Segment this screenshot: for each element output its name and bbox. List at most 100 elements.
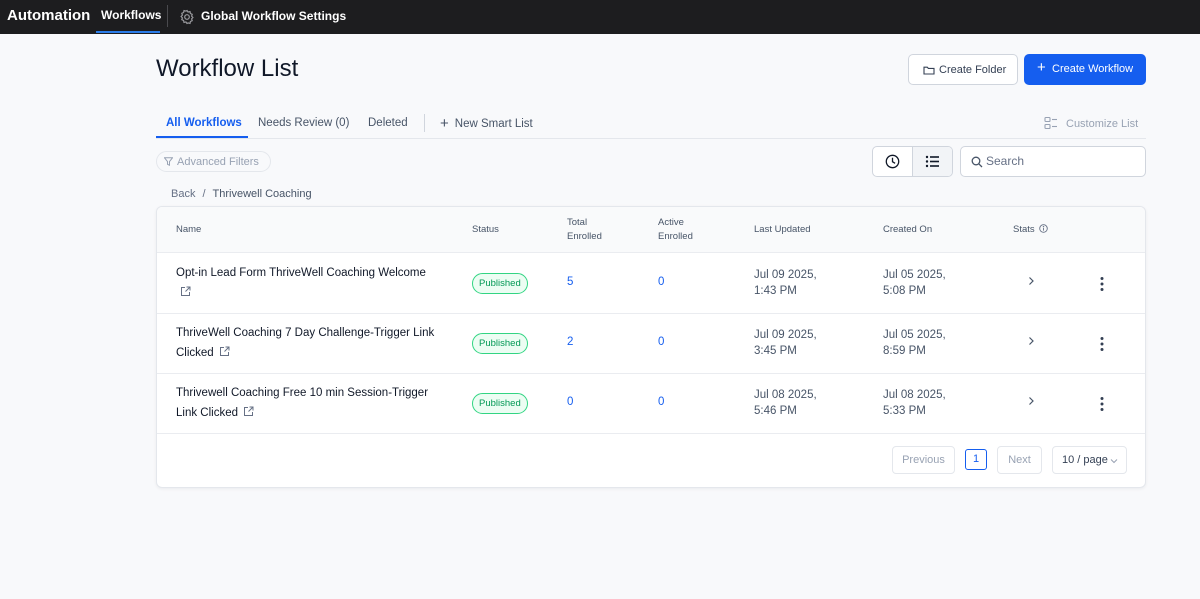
breadcrumb-back-link[interactable]: Back [171,188,195,200]
last-updated-date: Jul 08 2025, [754,389,817,401]
chevron-down-icon [1110,459,1118,464]
created-on: Jul 05 2025, 5:08 PM [883,267,946,299]
active-enrolled-link[interactable]: 0 [658,396,664,408]
new-smart-list-button[interactable]: + New Smart List [440,115,533,132]
search-input[interactable] [986,154,1136,168]
active-enrolled-link[interactable]: 0 [658,276,664,288]
topbar-divider [167,5,168,27]
created-on: Jul 05 2025, 8:59 PM [883,327,946,359]
breadcrumb-separator: / [202,188,206,200]
total-enrolled-link[interactable]: 5 [567,276,573,288]
created-on-date: Jul 05 2025, [883,269,946,281]
workflow-table: Name Status Total Enrolled Active Enroll… [156,206,1146,488]
page-size-value: 10 / page [1062,454,1108,466]
col-header-stats: Stats [1013,223,1049,237]
kebab-icon[interactable] [1097,334,1107,354]
col-header-total-enrolled-line2: Enrolled [567,231,602,242]
pagination-next-button[interactable]: Next [997,446,1042,474]
status-badge: Published [472,273,528,294]
created-on: Jul 08 2025, 5:33 PM [883,387,946,419]
nav-tab-workflows[interactable]: Workflows [96,0,162,34]
plus-icon: + [1037,59,1046,76]
kebab-icon[interactable] [1097,274,1107,294]
col-header-active-enrolled: Active Enrolled [658,216,693,244]
col-header-active-enrolled-line2: Enrolled [658,231,693,242]
table-row[interactable]: Opt-in Lead Form ThriveWell Coaching Wel… [157,254,1145,314]
chevron-right-icon[interactable] [1027,396,1035,406]
col-header-stats-label: Stats [1013,224,1035,235]
table-row[interactable]: ThriveWell Coaching 7 Day Challenge-Trig… [157,314,1145,374]
nav-active-indicator [96,31,160,33]
last-updated-time: 5:46 PM [754,405,797,417]
last-updated-time: 3:45 PM [754,345,797,357]
history-view-button[interactable] [873,147,913,176]
breadcrumb: Back / Thrivewell Coaching [171,188,312,200]
list-view-button[interactable] [913,147,952,176]
page-title: Workflow List [156,55,299,82]
top-navbar: Automation Workflows Global Workflow Set… [0,0,1200,34]
create-folder-button[interactable]: Create Folder [908,54,1018,85]
created-on-date: Jul 05 2025, [883,329,946,341]
workflow-name[interactable]: ThriveWell Coaching 7 Day Challenge-Trig… [176,324,446,363]
total-enrolled-link[interactable]: 2 [567,336,573,348]
tab-all-workflows[interactable]: All Workflows [166,117,242,129]
tab-needs-review[interactable]: Needs Review (0) [258,117,349,129]
tabs-bottom-border [156,138,1146,139]
last-updated: Jul 08 2025, 5:46 PM [754,387,817,419]
info-icon[interactable] [1039,224,1049,233]
advanced-filters-label: Advanced Filters [177,156,259,168]
create-workflow-label: Create Workflow [1052,63,1134,75]
workflow-name-text: ThriveWell Coaching 7 Day Challenge-Trig… [176,327,435,359]
last-updated-date: Jul 09 2025, [754,269,817,281]
col-header-total-enrolled-line1: Total [567,217,588,228]
active-enrolled-link[interactable]: 0 [658,336,664,348]
created-on-time: 5:33 PM [883,405,926,417]
table-row[interactable]: Thrivewell Coaching Free 10 min Session-… [157,374,1145,434]
workflow-name[interactable]: Thrivewell Coaching Free 10 min Session-… [176,384,446,423]
col-header-last-updated: Last Updated [754,224,811,235]
page-size-select[interactable]: 10 / page [1052,446,1127,474]
pagination-previous-button[interactable]: Previous [892,446,955,474]
app-title: Automation [7,7,91,24]
col-header-name: Name [176,224,202,235]
last-updated: Jul 09 2025, 3:45 PM [754,327,817,359]
customize-list-button[interactable]: Customize List [1044,116,1138,130]
external-link-icon[interactable] [180,286,191,297]
external-link-icon[interactable] [219,346,230,357]
col-header-active-enrolled-line1: Active [658,217,684,228]
breadcrumb-current: Thrivewell Coaching [212,188,312,200]
chevron-right-icon[interactable] [1027,336,1035,346]
status-badge: Published [472,393,528,414]
clock-icon [885,154,900,169]
tabs-divider [424,114,425,132]
chevron-right-icon[interactable] [1027,276,1035,286]
status-badge: Published [472,333,528,354]
layout-icon [1044,116,1057,130]
folder-icon [923,66,935,75]
tab-deleted[interactable]: Deleted [368,117,408,129]
gear-icon [180,9,194,25]
nav-tab-global-settings-label: Global Workflow Settings [201,9,347,23]
total-enrolled-link[interactable]: 0 [567,396,573,408]
workflow-name-text: Thrivewell Coaching Free 10 min Session-… [176,387,429,419]
view-toggle [872,146,953,177]
table-header: Name Status Total Enrolled Active Enroll… [157,207,1145,253]
plus-icon: + [440,115,449,132]
pagination-page-1[interactable]: 1 [965,449,987,470]
kebab-icon[interactable] [1097,394,1107,414]
create-folder-label: Create Folder [939,64,1007,76]
create-workflow-button[interactable]: + Create Workflow [1024,54,1146,85]
col-header-status: Status [472,224,499,235]
advanced-filters-button[interactable]: Advanced Filters [156,151,271,172]
col-header-created-on: Created On [883,224,933,235]
last-updated: Jul 09 2025, 1:43 PM [754,267,817,299]
external-link-icon[interactable] [243,406,254,417]
last-updated-date: Jul 09 2025, [754,329,817,341]
filter-icon [164,157,173,166]
workflow-name[interactable]: Opt-in Lead Form ThriveWell Coaching Wel… [176,264,446,303]
nav-tab-workflows-label: Workflows [101,8,162,22]
last-updated-time: 1:43 PM [754,285,797,297]
search-field[interactable] [960,146,1146,177]
col-header-total-enrolled: Total Enrolled [567,216,602,244]
new-smart-list-label: New Smart List [454,118,533,130]
